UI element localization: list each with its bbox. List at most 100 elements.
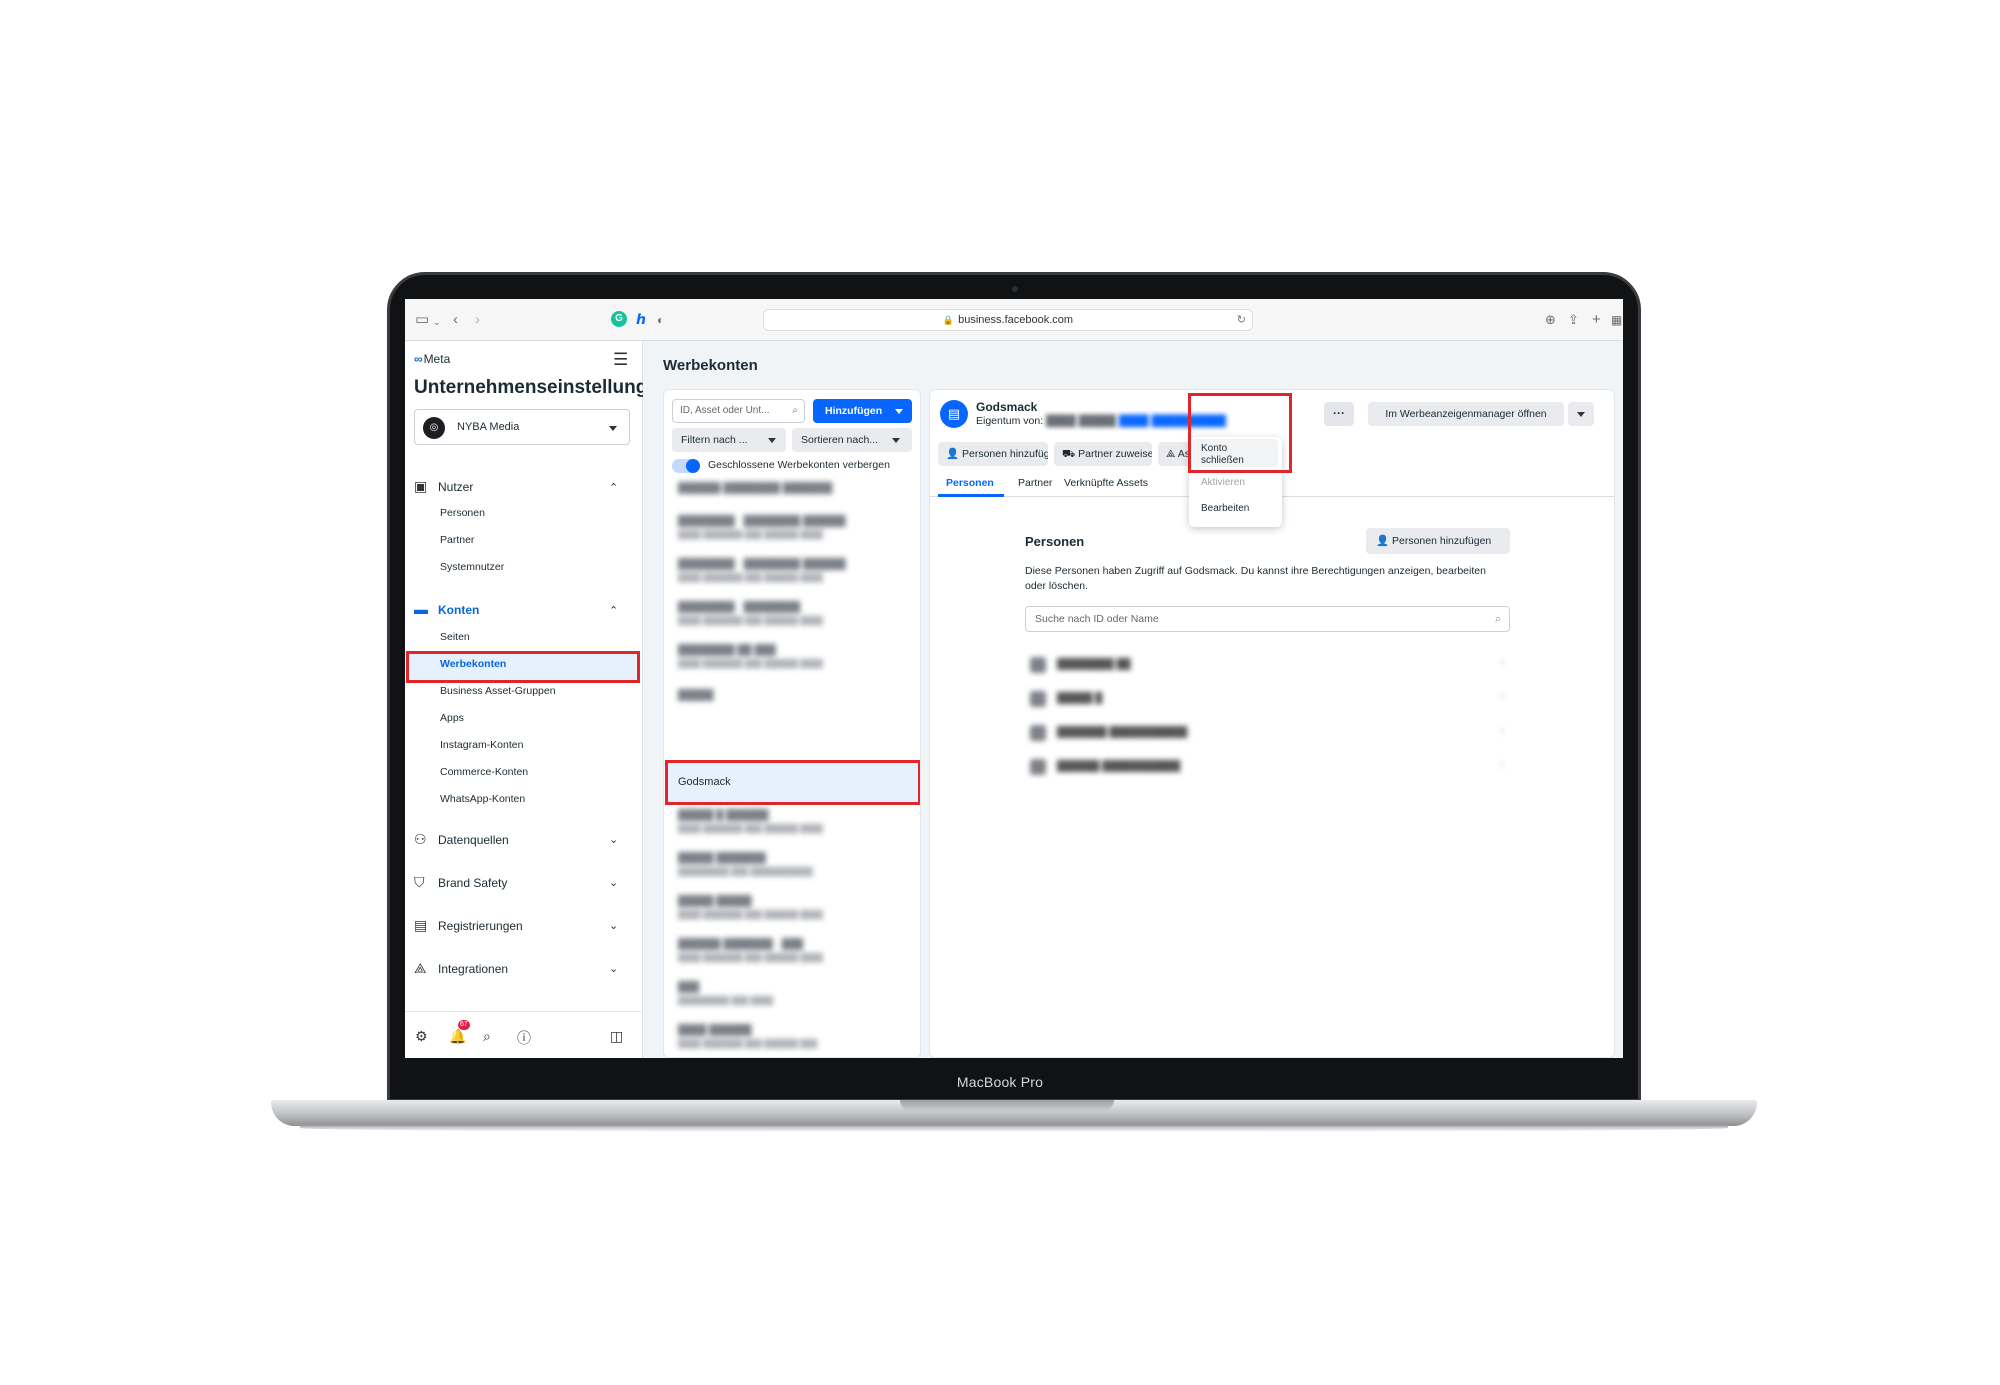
list-item[interactable]: ████████ · ████████ ██████ ████ ███████ █…: [678, 516, 846, 539]
assign-partner-action[interactable]: ⛟ Partner zuweisen: [1054, 442, 1152, 466]
person-row[interactable]: ███████ ███████████ ›: [1025, 723, 1510, 743]
highlight-box-close-account: [1188, 393, 1292, 473]
tab-overview-icon[interactable]: ▦: [1611, 311, 1622, 329]
account-search-input[interactable]: ID, Asset oder Unt... ⌕: [672, 399, 805, 423]
people-search-placeholder: Suche nach ID oder Name: [1035, 613, 1159, 625]
sidebar-item-systemnutzer[interactable]: Systemnutzer: [440, 561, 504, 573]
lock-icon: 🔒: [942, 315, 955, 325]
chevron-up-icon[interactable]: ⌃: [609, 481, 618, 494]
hide-closed-label: Geschlossene Werbekonten verbergen: [708, 459, 890, 471]
folder-icon: ▬: [414, 601, 428, 617]
clipboard-icon: ▤: [414, 917, 428, 933]
camera: [1012, 286, 1018, 292]
menu-icon[interactable]: ☰: [613, 350, 628, 370]
shield-icon[interactable]: ◐: [657, 311, 664, 329]
sidebar-toggle-icon[interactable]: ▭: [415, 311, 429, 329]
sidebar-item-partner[interactable]: Partner: [440, 534, 474, 546]
laptop-shadow: [300, 1124, 1728, 1132]
sidebar-title: Unternehmenseinstellungen: [414, 377, 643, 398]
list-item[interactable]: ████ ██████ ████ ███████ ███ ██████ ███: [678, 1025, 817, 1048]
laptop-notch: [900, 1100, 1114, 1111]
extension-icon[interactable]: ℎ: [633, 311, 649, 327]
highlight-box-werbekonten: [406, 651, 640, 683]
chevron-down-icon[interactable]: ⌄: [609, 876, 618, 889]
assets-icon: ⟁: [1166, 448, 1176, 460]
new-tab-icon[interactable]: +: [1592, 311, 1601, 329]
sidebar-item-instagram-konten[interactable]: Instagram-Konten: [440, 739, 523, 751]
search-icon: ⌕: [1495, 613, 1501, 625]
list-item[interactable]: ████████ ██ ███ ████ ███████ ███ ██████ █…: [678, 645, 823, 668]
business-selector[interactable]: ◎ NYBA Media: [414, 409, 630, 445]
sidebar-section-nutzer[interactable]: ▣ Nutzer: [414, 478, 473, 495]
sidebar-item-whatsapp-konten[interactable]: WhatsApp-Konten: [440, 793, 525, 805]
chevron-down-icon[interactable]: ⌄: [609, 962, 618, 975]
url-text: business.facebook.com: [958, 314, 1074, 326]
filter-button-label: Filtern nach ...: [681, 434, 748, 446]
forward-icon[interactable]: ›: [475, 311, 480, 329]
business-avatar: ◎: [423, 417, 445, 439]
sidebar-item-commerce-konten[interactable]: Commerce-Konten: [440, 766, 528, 778]
add-people-label: Personen hinzufügen: [1392, 535, 1492, 547]
list-item[interactable]: █████ █████ ████ ███████ ███ ██████ ████: [678, 896, 823, 919]
account-name: Godsmack: [976, 400, 1038, 414]
tab-verknuepfte-assets[interactable]: Verknüpfte Assets: [1064, 477, 1148, 489]
open-ads-manager-button[interactable]: Im Werbeanzeigenmanager öffnen: [1368, 402, 1564, 426]
chevron-down-icon: [609, 426, 617, 431]
menu-item-edit[interactable]: Bearbeiten: [1201, 503, 1249, 515]
tab-personen[interactable]: Personen: [946, 477, 994, 489]
people-search-input[interactable]: Suche nach ID oder Name ⌕: [1025, 606, 1510, 632]
person-row[interactable]: ██████ ███████████ ›: [1025, 757, 1510, 777]
gear-icon[interactable]: ⚙: [415, 1028, 428, 1045]
list-item[interactable]: █████ █ ██████ ████ ███████ ███ ██████ ██…: [678, 810, 823, 833]
sidebar-section-datenquellen[interactable]: ⚇ Datenquellen: [414, 831, 509, 848]
list-item[interactable]: ██████ ████████ ███████: [678, 483, 832, 494]
user-icon: ▣: [414, 478, 428, 494]
add-button[interactable]: Hinzufügen: [813, 399, 912, 423]
chevron-down-icon[interactable]: ⌄: [609, 919, 618, 932]
section-label: Nutzer: [438, 480, 474, 494]
account-detail-panel: ▤ Godsmack Eigentum von: ████ █████ ████…: [929, 389, 1615, 1058]
sidebar-section-integrationen[interactable]: ⟁ Integrationen: [414, 960, 508, 977]
collapse-panel-icon[interactable]: ◫: [610, 1028, 623, 1045]
sidebar-section-konten[interactable]: ▬ Konten: [414, 601, 479, 617]
person-row[interactable]: █████ █ ›: [1025, 689, 1510, 709]
filter-button[interactable]: Filtern nach ...: [672, 428, 786, 452]
search-icon[interactable]: ⌕: [483, 1028, 491, 1045]
help-icon[interactable]: ⓘ: [517, 1028, 531, 1048]
sidebar-item-business-asset-gruppen[interactable]: Business Asset-Gruppen: [440, 685, 556, 697]
meta-logo[interactable]: ∞Meta: [414, 352, 450, 366]
sidebar-item-personen[interactable]: Personen: [440, 507, 485, 519]
open-options-button[interactable]: [1568, 402, 1594, 426]
list-item[interactable]: ███ █████████ ███ ████: [678, 982, 773, 1005]
chevron-up-icon[interactable]: ⌃: [609, 604, 618, 617]
list-item[interactable]: █████: [678, 690, 713, 701]
chevron-down-icon: [895, 409, 903, 414]
url-bar[interactable]: 🔒 business.facebook.com ↻: [763, 309, 1253, 331]
hide-closed-toggle[interactable]: [672, 459, 700, 473]
grammarly-icon[interactable]: G: [611, 311, 627, 327]
add-people-button[interactable]: 👤 Personen hinzufügen: [1366, 528, 1510, 554]
download-icon[interactable]: ⊕: [1545, 311, 1556, 329]
sort-button[interactable]: Sortieren nach...: [792, 428, 912, 452]
bell-icon[interactable]: 🔔: [449, 1028, 466, 1045]
more-options-button[interactable]: ···: [1324, 402, 1354, 426]
sidebar-section-brand-safety[interactable]: ⛉ Brand Safety: [414, 874, 507, 891]
sidebar-item-seiten[interactable]: Seiten: [440, 631, 470, 643]
shield-icon: ⛉: [414, 874, 425, 890]
reload-icon[interactable]: ↻: [1237, 310, 1246, 330]
list-item[interactable]: ██████ ███████ · ███ ████ ███████ ███ ███…: [678, 939, 823, 962]
person-row[interactable]: ████████ ██ ›: [1025, 655, 1510, 675]
chevron-down-icon[interactable]: ⌄: [433, 313, 441, 331]
list-item[interactable]: ████████ · ████████ ████ ███████ ███ ████…: [678, 602, 823, 625]
list-item[interactable]: ████████ · ████████ ██████ ████ ███████ █…: [678, 559, 846, 582]
tab-partner[interactable]: Partner: [1018, 477, 1052, 489]
chevron-down-icon: [1577, 412, 1585, 417]
add-button-label: Hinzufügen: [825, 405, 883, 417]
sidebar-section-registrierungen[interactable]: ▤ Registrierungen: [414, 917, 523, 934]
share-icon[interactable]: ⇪: [1568, 311, 1579, 329]
add-people-action[interactable]: 👤 Personen hinzufügen: [938, 442, 1048, 466]
sidebar-item-apps[interactable]: Apps: [440, 712, 464, 724]
chevron-down-icon[interactable]: ⌄: [609, 833, 618, 846]
list-item[interactable]: █████ ███████ █████████ ███ ███████████: [678, 853, 813, 876]
back-icon[interactable]: ‹: [453, 311, 458, 329]
